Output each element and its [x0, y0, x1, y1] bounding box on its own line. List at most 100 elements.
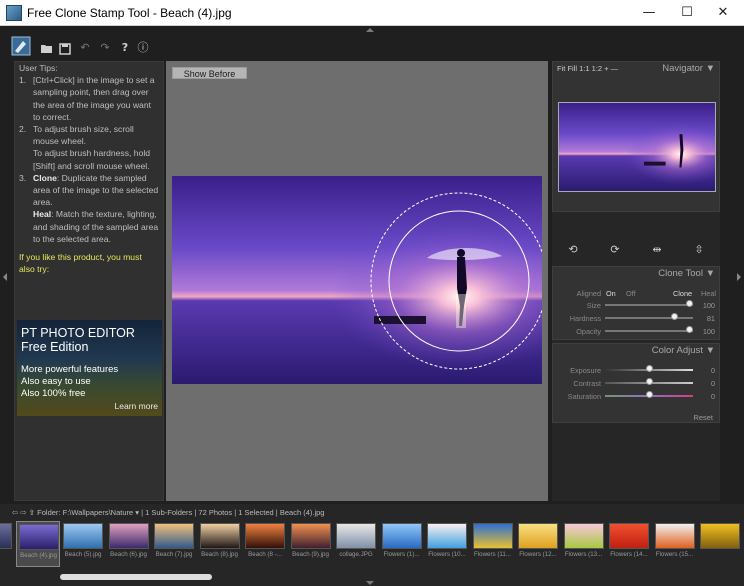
- thumbnail-item[interactable]: [698, 521, 742, 567]
- color-adjust-collapse-icon[interactable]: ▼: [706, 345, 715, 356]
- window-title: Free Clone Stamp Tool - Beach (4).jpg: [27, 6, 232, 20]
- thumbnail-item[interactable]: Flowers (12...: [516, 521, 560, 567]
- clone-tool-header: Clone Tool ▼: [553, 267, 719, 281]
- right-panels: Fit Fill 1:1 1:2 + — Navigator ▼ ⟲ ⟳ ⇹ ⇳: [552, 61, 720, 501]
- info-icon[interactable]: ⓘ: [134, 38, 152, 58]
- rotate-left-icon[interactable]: ⟲: [566, 243, 580, 257]
- rotate-right-icon[interactable]: ⟳: [608, 243, 622, 257]
- zoom-1-2-tab[interactable]: 1:2: [592, 64, 602, 73]
- forward-icon[interactable]: ⇨: [20, 508, 26, 517]
- size-slider-knob[interactable]: [686, 300, 693, 307]
- navigator-thumbnail[interactable]: [558, 102, 716, 192]
- pt-photo-editor-ad[interactable]: PT PHOTO EDITOR Free Edition More powerf…: [17, 320, 162, 416]
- close-button[interactable]: ✕: [706, 0, 740, 26]
- thumbnail-item[interactable]: Beach (6).jpg: [107, 521, 151, 567]
- contrast-slider[interactable]: [605, 378, 693, 385]
- help-icon[interactable]: ?: [116, 38, 134, 58]
- left-panel-toggle-icon[interactable]: [3, 273, 7, 281]
- thumbnail-image: [518, 523, 558, 549]
- hardness-row: Hardness 81: [553, 312, 721, 324]
- zoom-fit-tab[interactable]: Fit: [557, 64, 565, 73]
- opacity-value: 100: [702, 327, 715, 336]
- thumbnail-caption: Beach (4).jpg: [20, 552, 57, 559]
- thumbnail-caption: Beach (8 -...: [248, 551, 282, 558]
- color-adjust-title: Color Adjust ▼: [652, 344, 715, 358]
- user-tips-panel: User Tips: 1. [Ctrl+Click] in the image …: [14, 61, 164, 501]
- thumbnail-item[interactable]: Flowers (13...: [562, 521, 606, 567]
- thumbnail-item[interactable]: Flowers (11...: [471, 521, 515, 567]
- hardness-value: 81: [706, 314, 715, 323]
- zoom-1-1-tab[interactable]: 1:1: [579, 64, 589, 73]
- undo-icon[interactable]: ↶: [76, 38, 94, 58]
- thumbnail-item[interactable]: Flowers (14...: [607, 521, 651, 567]
- thumbnail-image: [63, 523, 103, 549]
- color-adjust-header: Color Adjust ▼: [553, 344, 719, 358]
- show-before-button[interactable]: Show Before: [172, 67, 247, 79]
- hardness-slider-knob[interactable]: [670, 313, 678, 320]
- aligned-off-option[interactable]: Off: [626, 289, 636, 298]
- aligned-on-option[interactable]: On: [606, 289, 616, 298]
- clone-tool-collapse-icon[interactable]: ▼: [706, 268, 715, 279]
- contrast-slider-knob[interactable]: [645, 378, 653, 385]
- size-value: 100: [702, 301, 715, 310]
- minimize-button[interactable]: —: [632, 0, 666, 26]
- bottom-panel-toggle-icon[interactable]: [366, 581, 374, 585]
- ad-line: Also easy to use: [21, 376, 91, 387]
- saturation-slider[interactable]: [605, 391, 693, 398]
- clone-mode-option[interactable]: Clone: [673, 289, 692, 298]
- size-slider[interactable]: [605, 300, 693, 307]
- thumbnail-item[interactable]: Beach (9).jpg: [289, 521, 333, 567]
- thumbnail-item[interactable]: Beach (5).jpg: [61, 521, 105, 567]
- color-adjust-panel: Color Adjust ▼ Exposure 0 Contrast 0 Sat…: [552, 343, 720, 423]
- edited-photo[interactable]: [172, 176, 542, 384]
- opacity-slider[interactable]: [605, 326, 693, 333]
- image-canvas[interactable]: Show Before: [166, 61, 548, 501]
- thumbnail-caption: Beach (7).jpg: [155, 551, 193, 558]
- zoom-in-icon[interactable]: +: [604, 64, 608, 73]
- maximize-button[interactable]: ☐: [670, 0, 704, 26]
- opacity-slider-knob[interactable]: [686, 326, 693, 333]
- hardness-slider[interactable]: [605, 313, 693, 320]
- tip-number: 2.: [19, 124, 27, 135]
- thumbnail-item[interactable]: Beach (4).jpg: [15, 521, 60, 567]
- navigator-panel: Fit Fill 1:1 1:2 + — Navigator ▼: [552, 61, 720, 212]
- ad-title: PT PHOTO EDITOR: [21, 326, 135, 340]
- navigator-collapse-icon[interactable]: ▼: [706, 63, 715, 74]
- thumbnail-item[interactable]: Beach (8).jpg: [198, 521, 242, 567]
- contrast-value: 0: [710, 379, 715, 388]
- thumbnail-item[interactable]: collage.JPG: [334, 521, 378, 567]
- heal-mode-option[interactable]: Heal: [701, 289, 716, 298]
- tip-keyword: Heal: [33, 209, 52, 220]
- thumbnail-item[interactable]: Beach (8 -...: [243, 521, 287, 567]
- thumbnail-item[interactable]: Beach (7).jpg: [152, 521, 196, 567]
- flip-horizontal-icon[interactable]: ⇹: [650, 243, 664, 257]
- reset-button[interactable]: Reset: [693, 413, 713, 422]
- redo-icon[interactable]: ↷: [96, 38, 114, 58]
- transform-icon-row: ⟲ ⟳ ⇹ ⇳: [552, 240, 720, 262]
- thumbnail-scrollbar[interactable]: [60, 574, 212, 580]
- folder-path-dropdown[interactable]: F:\Wallpapers\Nature ▾: [63, 508, 139, 517]
- thumbnail-item[interactable]: Flowers (15...: [653, 521, 697, 567]
- thumbnail-image: [336, 523, 376, 549]
- exposure-slider[interactable]: [605, 365, 693, 372]
- up-folder-icon[interactable]: ⇧: [29, 508, 35, 517]
- flip-vertical-icon[interactable]: ⇳: [692, 243, 706, 257]
- thumbnail-item[interactable]: jpg: [0, 521, 14, 567]
- zoom-fill-tab[interactable]: Fill: [567, 64, 577, 73]
- top-panel-toggle-icon[interactable]: [366, 28, 374, 32]
- learn-more-link[interactable]: Learn more: [115, 400, 158, 412]
- right-panel-toggle-icon[interactable]: [737, 273, 741, 281]
- zoom-out-icon[interactable]: —: [611, 64, 619, 73]
- save-icon[interactable]: [56, 38, 74, 58]
- thumbnail-caption: jpg: [0, 551, 14, 558]
- clone-tool-title: Clone Tool ▼: [658, 267, 715, 281]
- tip-text: [Ctrl+Click] in the image to set a sampl…: [33, 75, 155, 122]
- thumbnail-item[interactable]: Flowers (10...: [425, 521, 469, 567]
- exposure-slider-knob[interactable]: [645, 365, 653, 372]
- thumbnail-item[interactable]: Flowers (1)...: [380, 521, 424, 567]
- back-icon[interactable]: ⇦: [12, 508, 18, 517]
- file-browser: ⇦ ⇨ ⇧ Folder: F:\Wallpapers\Nature ▾ | 1…: [0, 504, 744, 586]
- folder-open-icon[interactable]: [38, 38, 56, 58]
- navigator-title-text: Navigator: [662, 63, 703, 74]
- saturation-slider-knob[interactable]: [645, 391, 653, 398]
